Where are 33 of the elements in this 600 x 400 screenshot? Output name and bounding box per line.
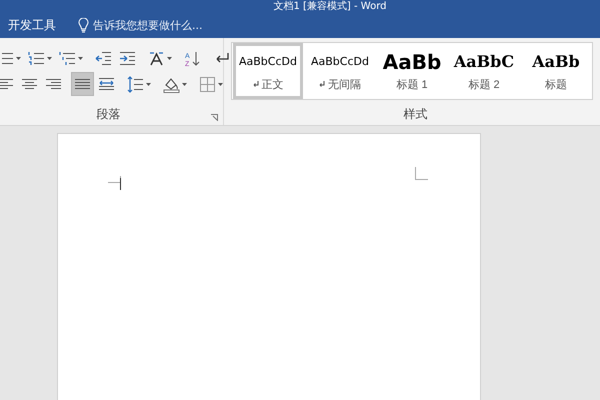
dialog-launcher-icon[interactable]	[211, 114, 218, 121]
style-preview: AaBb	[382, 50, 442, 72]
style-name: 标题 2	[468, 78, 500, 92]
decrease-indent-icon	[95, 50, 112, 66]
tell-me-field[interactable]: 告诉我您想要做什么...	[78, 18, 273, 34]
text-cursor	[120, 178, 121, 190]
style-preview: AaBbCcDd	[311, 54, 369, 70]
group-label: 样式	[404, 106, 428, 123]
paragraph-mark-icon	[252, 81, 258, 87]
window-title: 文档1 [兼容模式] - Word	[272, 0, 388, 14]
crop-mark-icon	[108, 176, 121, 183]
style-name: 标题 1	[396, 78, 428, 92]
justify-button[interactable]	[71, 72, 94, 96]
style-preview: AaBb	[532, 50, 580, 72]
paragraph-mark-icon	[319, 81, 325, 87]
distributed-icon	[98, 76, 115, 92]
line-spacing-icon	[127, 76, 144, 92]
style-name: 标题	[545, 78, 567, 92]
increase-indent-icon	[119, 50, 136, 66]
style-name: 正文	[262, 78, 284, 92]
style-preview: AaBbCcDd	[239, 54, 297, 70]
numbered-list-icon	[28, 50, 45, 66]
multilevel-list-icon	[59, 50, 76, 66]
text-letter-icon	[148, 50, 165, 66]
ribbon-tab[interactable]: 开发工具	[0, 14, 64, 38]
borders-icon	[199, 76, 216, 92]
paint-bucket-icon	[163, 76, 180, 92]
crop-mark-icon	[415, 167, 428, 180]
style-item[interactable]: AaBbCcDd 正文	[233, 43, 303, 99]
style-preview: AaBbC	[454, 50, 514, 72]
style-name: 无间隔	[328, 78, 361, 92]
group-label: 段落	[96, 106, 120, 123]
lightbulb-icon	[78, 18, 89, 34]
